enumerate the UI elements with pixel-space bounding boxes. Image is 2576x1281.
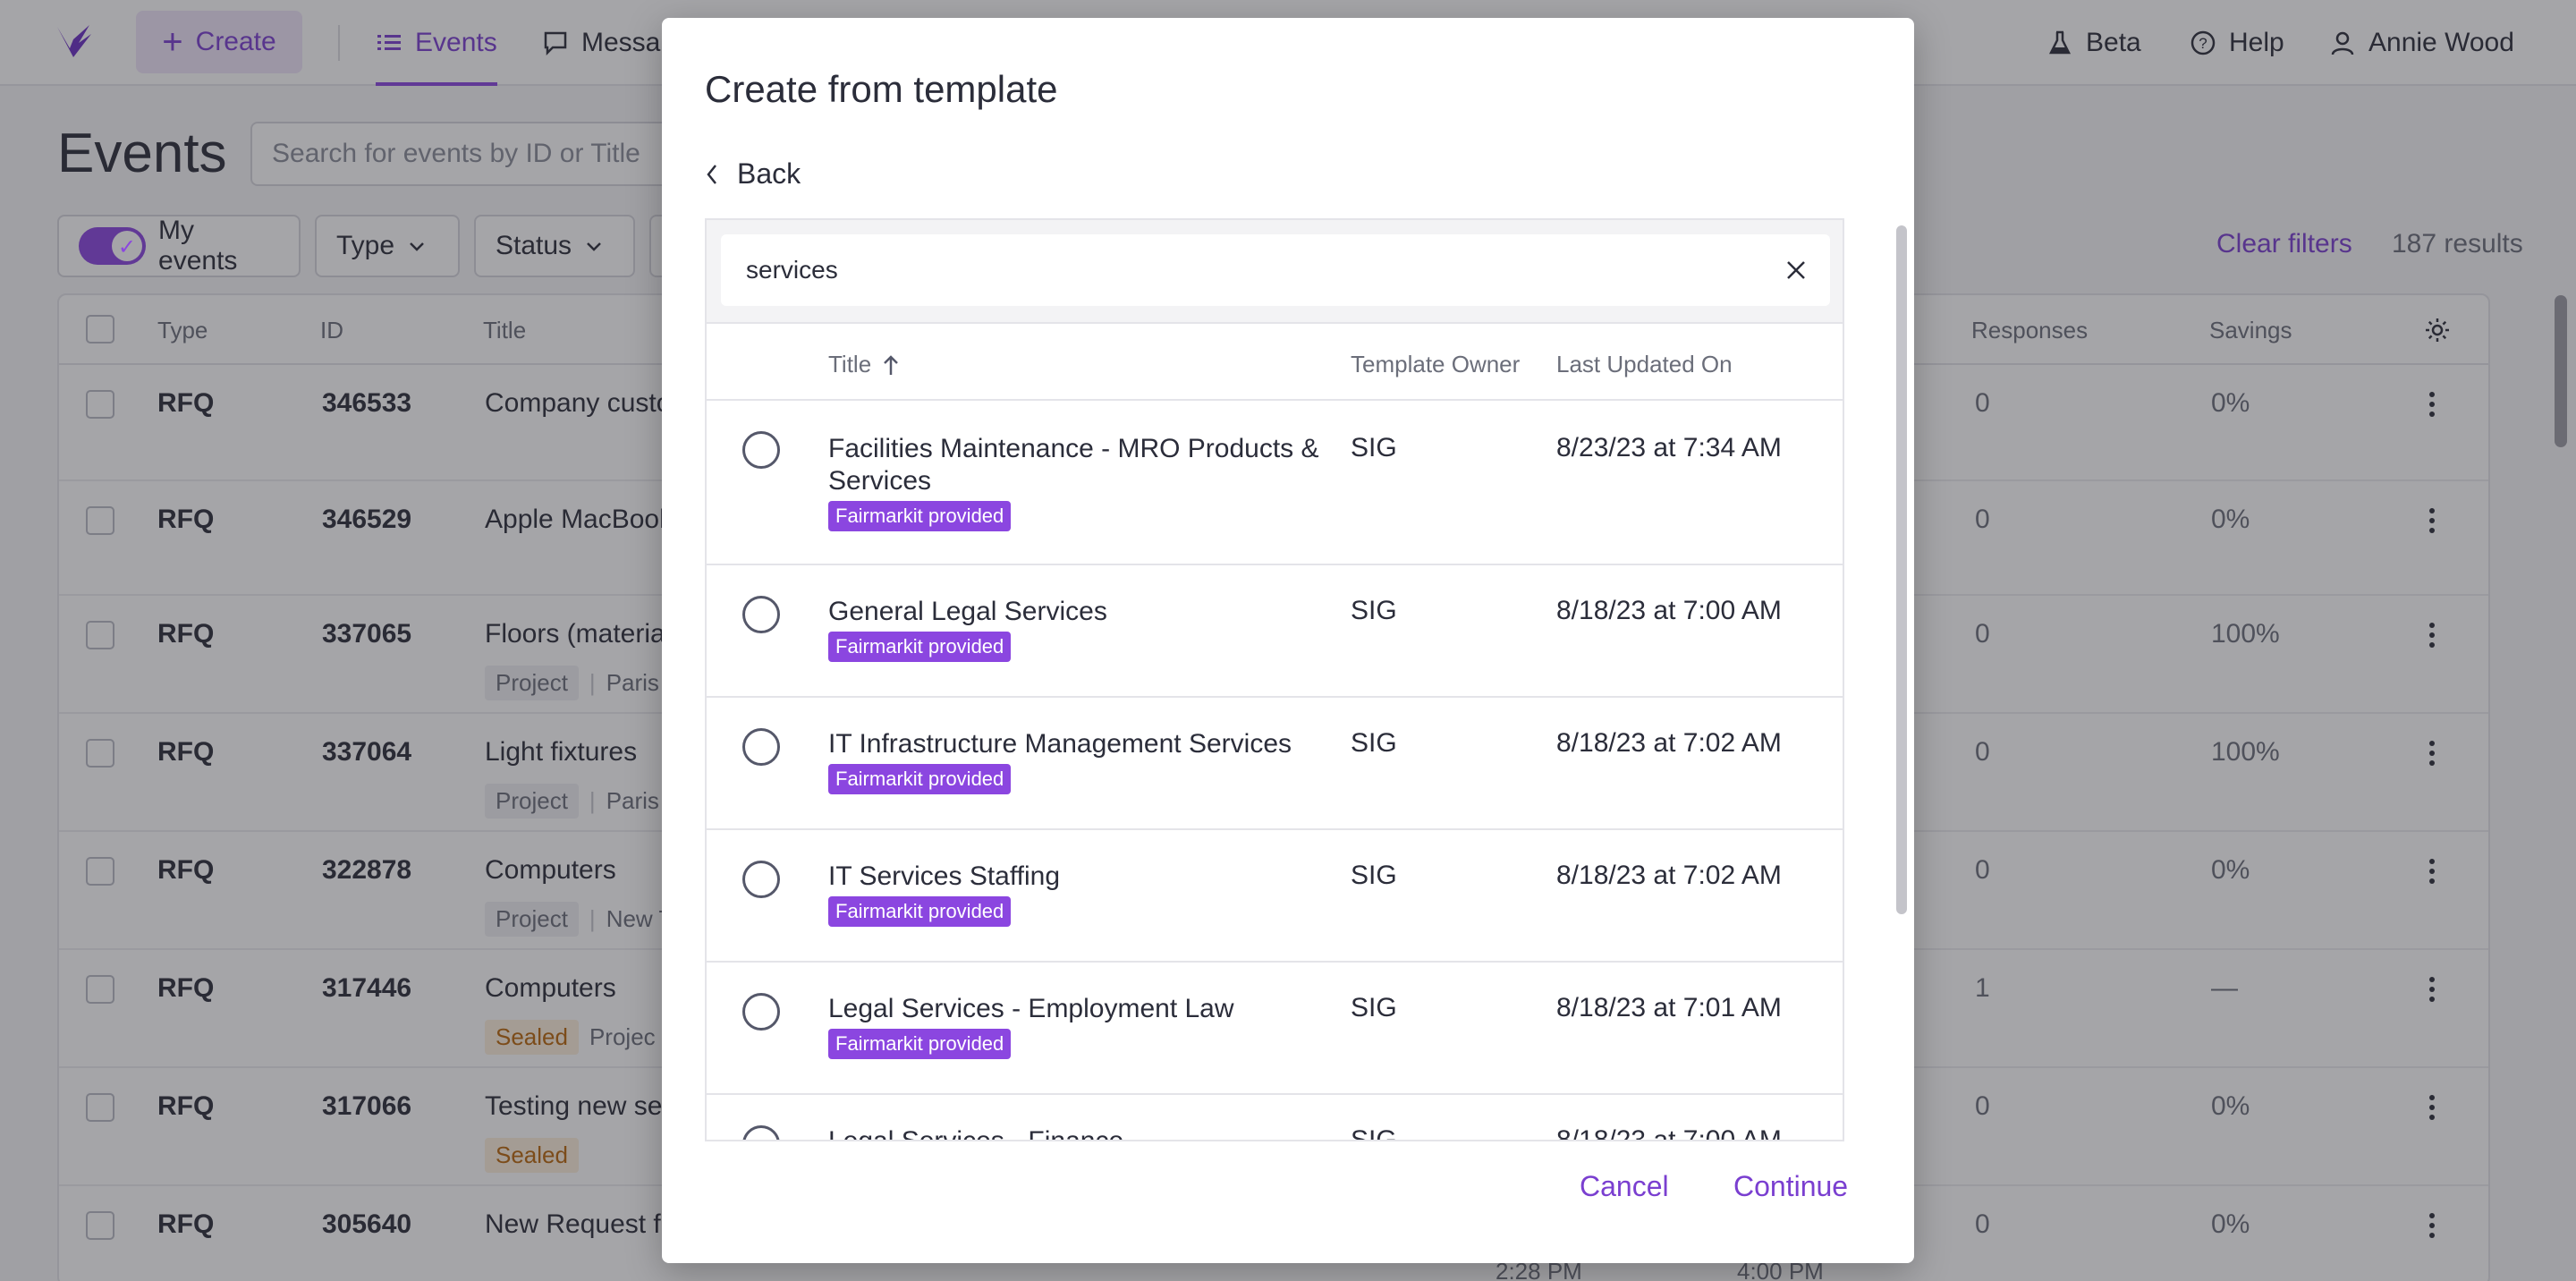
template-title-cell: Facilities Maintenance - MRO Products & … — [828, 433, 1320, 531]
back-label: Back — [737, 157, 801, 190]
template-updated: 8/18/23 at 7:02 AM — [1556, 861, 1782, 890]
template-row[interactable]: IT Infrastructure Management Services Fa… — [707, 698, 1843, 830]
template-title: General Legal Services — [828, 597, 1107, 626]
template-owner: SIG — [1351, 993, 1397, 1022]
clear-search-icon[interactable] — [1784, 258, 1809, 283]
template-title: Legal Services - Finance — [828, 1126, 1124, 1141]
template-title-cell: General Legal Services Fairmarkit provid… — [828, 596, 1320, 662]
template-updated: 8/18/23 at 7:00 AM — [1556, 596, 1782, 625]
chevron-left-icon — [707, 164, 716, 184]
template-list-scrollbar[interactable] — [1896, 225, 1907, 914]
modal-title: Create from template — [705, 68, 1058, 110]
fairmarkit-provided-badge: Fairmarkit provided — [828, 632, 1012, 662]
template-owner: SIG — [1351, 433, 1397, 462]
template-row[interactable]: IT Services Staffing Fairmarkit provided… — [707, 830, 1843, 963]
fairmarkit-provided-badge: Fairmarkit provided — [828, 896, 1012, 927]
template-radio[interactable] — [742, 861, 780, 898]
template-updated: 8/18/23 at 7:01 AM — [1556, 993, 1782, 1022]
template-title-cell: IT Infrastructure Management Services Fa… — [828, 728, 1320, 794]
template-owner: SIG — [1351, 1125, 1397, 1141]
template-search-bar: services — [707, 220, 1843, 324]
template-radio[interactable] — [742, 596, 780, 633]
template-title: Legal Services - Employment Law — [828, 994, 1234, 1023]
template-updated: 8/18/23 at 7:00 AM — [1556, 1125, 1782, 1141]
template-title: IT Services Staffing — [828, 861, 1061, 891]
back-button[interactable]: Back — [705, 157, 801, 191]
template-row[interactable]: Facilities Maintenance - MRO Products & … — [707, 401, 1843, 565]
fairmarkit-provided-badge: Fairmarkit provided — [828, 501, 1012, 531]
create-from-template-modal: Create from template Back services Title… — [662, 18, 1914, 1263]
template-radio[interactable] — [742, 993, 780, 1031]
template-row[interactable]: Legal Services - Finance SIG 8/18/23 at … — [707, 1095, 1843, 1141]
template-owner: SIG — [1351, 596, 1397, 625]
template-owner: SIG — [1351, 861, 1397, 890]
column-header-owner[interactable]: Template Owner — [1351, 351, 1520, 378]
template-radio[interactable] — [742, 1125, 780, 1140]
sort-ascending-icon — [884, 354, 899, 375]
column-header-title-label: Title — [828, 351, 872, 378]
template-radio[interactable] — [742, 431, 780, 469]
template-row[interactable]: Legal Services - Employment Law Fairmark… — [707, 963, 1843, 1095]
template-title: Facilities Maintenance - MRO Products & … — [828, 434, 1319, 496]
modal-footer: Cancel Continue — [662, 1141, 1914, 1263]
template-title-cell: Legal Services - Employment Law Fairmark… — [828, 993, 1320, 1059]
template-row[interactable]: General Legal Services Fairmarkit provid… — [707, 565, 1843, 698]
template-title-cell: Legal Services - Finance — [828, 1125, 1320, 1141]
template-search-input[interactable]: services — [721, 234, 1830, 306]
fairmarkit-provided-badge: Fairmarkit provided — [828, 1029, 1012, 1059]
template-search-value: services — [746, 256, 838, 284]
template-updated: 8/18/23 at 7:02 AM — [1556, 728, 1782, 758]
template-list: services Title Template Owner Last Updat… — [705, 218, 1844, 1141]
template-updated: 8/23/23 at 7:34 AM — [1556, 433, 1782, 462]
template-owner: SIG — [1351, 728, 1397, 758]
template-title-cell: IT Services Staffing Fairmarkit provided — [828, 861, 1320, 927]
column-header-title[interactable]: Title — [828, 351, 900, 378]
fairmarkit-provided-badge: Fairmarkit provided — [828, 764, 1012, 794]
template-title: IT Infrastructure Management Services — [828, 729, 1292, 759]
column-header-updated[interactable]: Last Updated On — [1556, 351, 1733, 378]
cancel-button[interactable]: Cancel — [1580, 1170, 1669, 1203]
template-radio[interactable] — [742, 728, 780, 766]
template-table-header: Title Template Owner Last Updated On — [707, 324, 1843, 401]
continue-button[interactable]: Continue — [1733, 1170, 1848, 1203]
check-icon: ✓ — [117, 235, 137, 259]
